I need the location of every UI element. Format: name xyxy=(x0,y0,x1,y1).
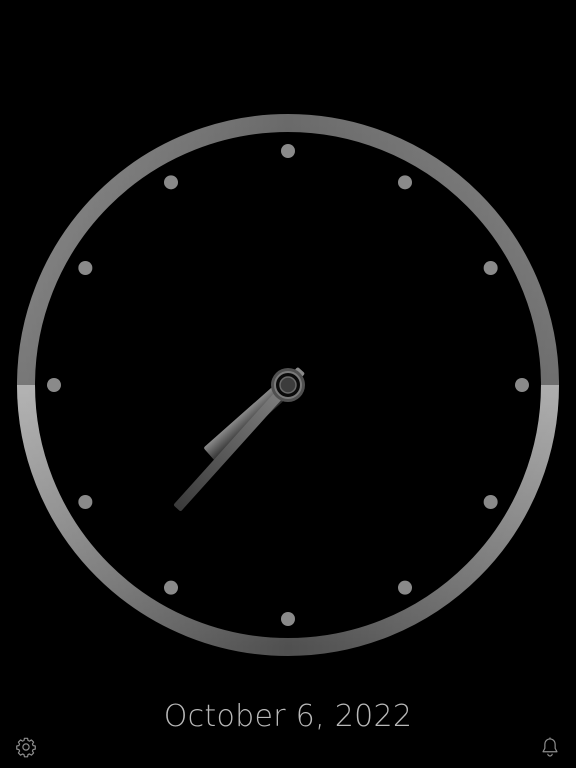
hour-marker xyxy=(78,261,93,275)
hour-marker xyxy=(515,378,529,392)
hour-marker xyxy=(281,612,295,626)
clock-face xyxy=(17,114,559,656)
center-cap xyxy=(271,368,305,402)
hour-marker xyxy=(398,580,412,595)
gear-icon xyxy=(16,737,36,758)
analog-clock[interactable] xyxy=(16,113,560,657)
alarm-button[interactable] xyxy=(539,736,561,758)
bell-icon xyxy=(542,737,558,757)
hour-marker xyxy=(164,580,178,595)
hour-marker xyxy=(47,378,61,392)
clock-screen: October 6, 2022 xyxy=(0,0,576,768)
hour-marker xyxy=(164,175,178,190)
hour-marker xyxy=(281,144,295,158)
hour-marker xyxy=(483,261,498,275)
date-label: October 6, 2022 xyxy=(163,699,413,734)
hour-marker xyxy=(483,495,498,509)
settings-button[interactable] xyxy=(15,736,37,758)
hour-marker xyxy=(398,175,412,190)
hour-marker xyxy=(78,495,93,509)
